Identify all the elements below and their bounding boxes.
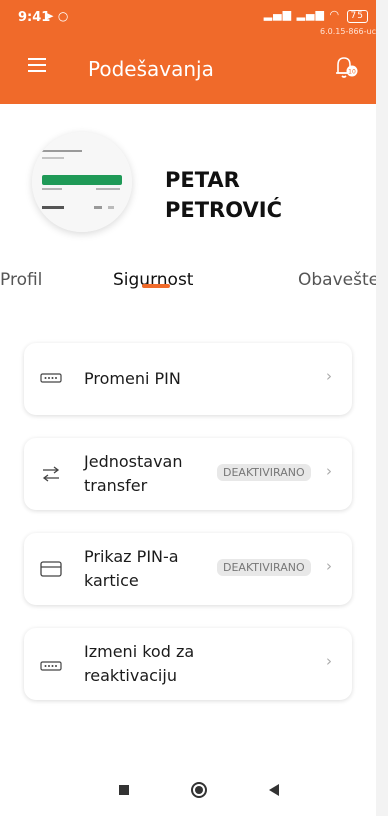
- settings-item-label: Promeni PIN: [84, 367, 181, 391]
- page-title: Podešavanja: [88, 57, 214, 81]
- chevron-right-icon: ›: [326, 462, 332, 480]
- swap-arrows-icon: [42, 466, 60, 482]
- settings-item-label-line2: kartice: [84, 571, 139, 590]
- user-name: PETAR PETROVIĆ: [165, 165, 345, 225]
- settings-item-label-line1: Prikaz PIN-a: [84, 547, 179, 566]
- recent-apps-icon[interactable]: [112, 778, 136, 802]
- settings-item-label-line1: Izmeni kod za: [84, 642, 195, 661]
- card-icon: [40, 561, 62, 577]
- settings-item-label-line1: Promeni PIN: [84, 369, 181, 388]
- status-badge: DEAKTIVIRANO: [217, 464, 311, 481]
- avatar[interactable]: [32, 132, 132, 232]
- app-bar: 9:41 ➤ ○ ▂▄▆ ▂▄▆ ◠ 75 6.0.15-866-uc Pode…: [0, 0, 376, 104]
- settings-item-reactivation-code[interactable]: Izmeni kod za reaktivaciju ›: [24, 628, 352, 700]
- menu-icon[interactable]: [28, 58, 46, 72]
- signal-icon: ▂▄▆ ▂▄▆ ◠: [263, 8, 341, 21]
- chevron-right-icon: ›: [326, 557, 332, 575]
- user-last-name: PETROVIĆ: [165, 198, 282, 222]
- card-thumbnail: [32, 132, 132, 232]
- tab-profil[interactable]: Profil: [0, 270, 42, 290]
- notification-count: 10: [348, 69, 356, 76]
- battery-icon: 75: [346, 10, 368, 23]
- settings-item-label: Jednostavan transfer: [84, 450, 182, 498]
- settings-item-label-line2: transfer: [84, 476, 148, 495]
- settings-item-simple-transfer[interactable]: Jednostavan transfer DEAKTIVIRANO ›: [24, 438, 352, 510]
- home-icon[interactable]: [187, 778, 211, 802]
- system-nav-bar: [0, 764, 376, 816]
- settings-item-label: Prikaz PIN-a kartice: [84, 545, 179, 593]
- settings-item-label-line1: Jednostavan: [84, 452, 183, 471]
- bell-icon[interactable]: 10: [330, 52, 360, 82]
- settings-item-card-pin-display[interactable]: Prikaz PIN-a kartice DEAKTIVIRANO ›: [24, 533, 352, 605]
- app-version: 6.0.15-866-uc: [320, 27, 376, 36]
- settings-item-label-line2: reaktivaciju: [84, 666, 177, 685]
- status-notification-icons: ➤ ○: [44, 9, 69, 23]
- status-badge: DEAKTIVIRANO: [217, 559, 311, 576]
- user-first-name: PETAR: [165, 168, 240, 192]
- tab-obavestenja[interactable]: Obavešte: [298, 270, 376, 290]
- pin-dots-icon: [40, 373, 62, 383]
- back-icon[interactable]: [262, 778, 286, 802]
- signal-wifi-battery: ▂▄▆ ▂▄▆ ◠ 75: [264, 8, 368, 23]
- settings-item-label: Izmeni kod za reaktivaciju: [84, 640, 194, 688]
- chevron-right-icon: ›: [326, 367, 332, 385]
- settings-item-change-pin[interactable]: Promeni PIN ›: [24, 343, 352, 415]
- pin-dots-icon: [40, 661, 62, 671]
- screen: 9:41 ➤ ○ ▂▄▆ ▂▄▆ ◠ 75 6.0.15-866-uc Pode…: [0, 0, 376, 816]
- tab-bar: Profil Sigurnost Obavešte: [0, 270, 376, 304]
- chevron-right-icon: ›: [326, 652, 332, 670]
- active-tab-indicator: [142, 284, 170, 288]
